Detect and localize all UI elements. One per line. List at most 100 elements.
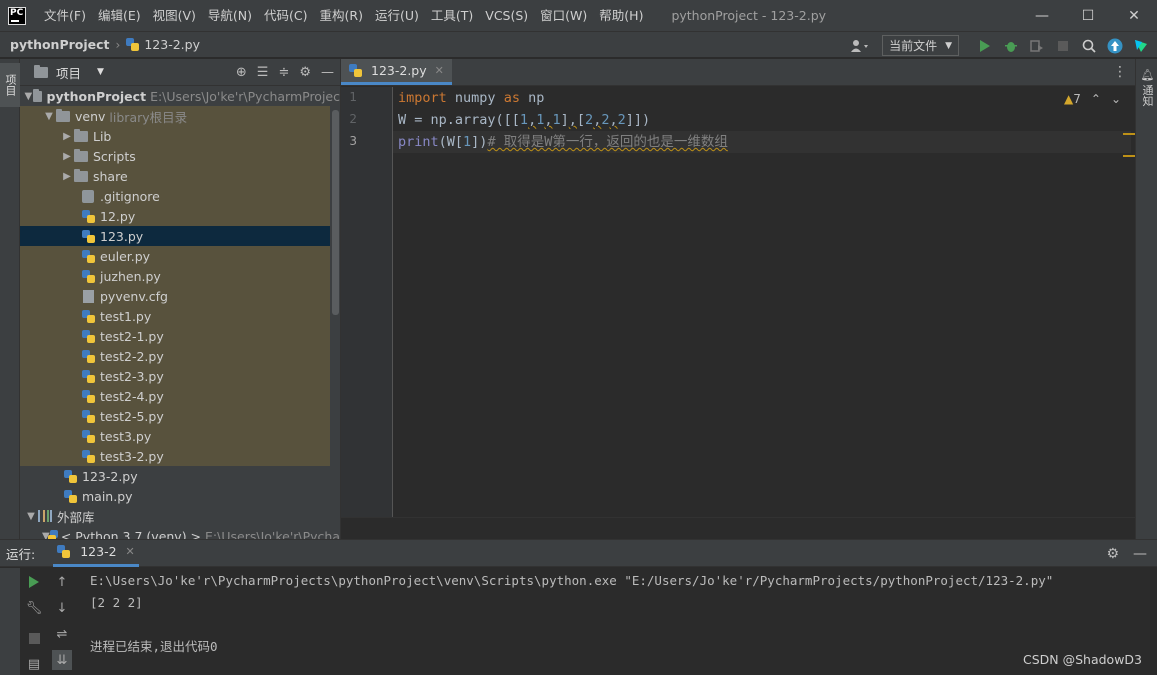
warning-icon: ▲7: [1064, 92, 1081, 106]
scroll-to-end-icon[interactable]: ⇊: [52, 650, 72, 670]
rerun-icon[interactable]: [24, 572, 44, 592]
warning-stripe-marker[interactable]: [1123, 155, 1135, 157]
run-tool-window: 运行: 123-2 ✕ ⚙ — ↑ 🔧︎ ↓ ⇌ ⇊ ▤ E:\Users\Jo…: [0, 539, 1157, 675]
gitignore-file-icon: [82, 189, 94, 203]
tree-item-file[interactable]: test1.py: [20, 306, 330, 326]
menu-edit[interactable]: 编辑(E): [92, 0, 147, 31]
breadcrumb-file[interactable]: 123-2.py: [126, 37, 200, 52]
hide-icon[interactable]: —: [1133, 546, 1147, 562]
user-account-icon[interactable]: [850, 36, 870, 56]
close-icon[interactable]: ✕: [126, 545, 135, 558]
run-tab-label: 123-2: [80, 544, 117, 559]
console-output[interactable]: E:\Users\Jo'ke'r\PycharmProjects\pythonP…: [90, 570, 1053, 658]
tree-item-file[interactable]: euler.py: [20, 246, 330, 266]
console-line: [2 2 2]: [90, 595, 143, 610]
debug-icon[interactable]: [1001, 36, 1021, 56]
minimize-button[interactable]: —: [1019, 0, 1065, 31]
tree-scrollbar[interactable]: [332, 110, 339, 315]
menu-tools[interactable]: 工具(T): [425, 0, 479, 31]
tree-item-file[interactable]: juzhen.py: [20, 266, 330, 286]
menu-file[interactable]: 文件(F): [38, 0, 92, 31]
expand-all-icon[interactable]: ☰: [257, 65, 269, 80]
update-icon[interactable]: [1105, 36, 1125, 56]
project-view-select[interactable]: 项目 ▼: [34, 63, 104, 82]
chevron-down-icon[interactable]: ⌄: [1111, 92, 1121, 106]
tree-item-file[interactable]: test3.py: [20, 426, 330, 446]
more-vertical-icon[interactable]: ⋮: [1113, 64, 1127, 80]
tree-item-path: E:\Users\Jo'ke'r\Pycha: [205, 528, 340, 540]
tree-item-file[interactable]: pyvenv.cfg: [20, 286, 330, 306]
project-tree: ▼ pythonProject E:\Users\Jo'ke'r\Pycharm…: [20, 86, 340, 539]
number-literal: 2: [585, 112, 594, 128]
tree-item-scripts[interactable]: ▶ Scripts: [20, 146, 330, 166]
menu-navigate[interactable]: 导航(N): [202, 0, 258, 31]
tree-item-file[interactable]: test2-2.py: [20, 346, 330, 366]
python-sdk-icon: [47, 529, 58, 539]
tree-item-file[interactable]: test3-2.py: [20, 446, 330, 466]
menu-run[interactable]: 运行(U): [369, 0, 425, 31]
code-text: ]]): [625, 112, 651, 128]
tree-item-external-libraries[interactable]: ▼ 外部库: [20, 506, 340, 526]
menu-view[interactable]: 视图(V): [147, 0, 202, 31]
chevron-up-icon[interactable]: ⌃: [1091, 92, 1101, 106]
folder-icon: [74, 128, 88, 142]
wrench-icon[interactable]: 🔧︎: [24, 598, 44, 618]
project-panel-title: 项目: [56, 65, 82, 81]
tree-item-file[interactable]: 12.py: [20, 206, 330, 226]
number-literal: 1: [463, 134, 472, 150]
close-icon[interactable]: ✕: [435, 64, 444, 77]
tree-item-file[interactable]: test2-1.py: [20, 326, 330, 346]
run-tab-123-2[interactable]: 123-2 ✕: [53, 540, 139, 567]
arrow-up-icon[interactable]: ↑: [52, 572, 72, 592]
menu-vcs[interactable]: VCS(S): [479, 0, 534, 31]
chevron-down-icon: ▼: [97, 67, 104, 77]
tree-item-file[interactable]: 123-2.py: [20, 466, 340, 486]
tree-item-label: pythonProject: [46, 88, 147, 104]
search-icon[interactable]: [1079, 36, 1099, 56]
inspection-widget[interactable]: ▲7 ⌃ ⌄: [1064, 92, 1121, 106]
python-file-icon: [64, 489, 77, 503]
maximize-button[interactable]: ☐: [1065, 0, 1111, 31]
tab-123-2-py[interactable]: 123-2.py ✕: [341, 59, 452, 85]
jetbrains-toolbox-icon[interactable]: [1131, 36, 1151, 56]
gear-icon[interactable]: ⚙: [299, 65, 311, 80]
layout-icon[interactable]: ▤: [24, 654, 44, 674]
tree-item-file[interactable]: main.py: [20, 486, 340, 506]
menu-help[interactable]: 帮助(H): [593, 0, 649, 31]
editor-tab-bar: 123-2.py ✕ ⋮: [341, 59, 1135, 86]
python-file-icon: [82, 369, 95, 383]
hide-icon[interactable]: —: [321, 65, 334, 80]
tree-item-file[interactable]: test2-3.py: [20, 366, 330, 386]
stop-icon[interactable]: [1053, 36, 1073, 56]
tree-item-file[interactable]: test2-5.py: [20, 406, 330, 426]
tree-item-share[interactable]: ▶ share: [20, 166, 330, 186]
run-configuration-select[interactable]: 当前文件 ▼: [882, 35, 959, 56]
tree-item-label: test2-5.py: [100, 408, 164, 424]
tree-item-file[interactable]: test2-4.py: [20, 386, 330, 406]
close-button[interactable]: ✕: [1111, 0, 1157, 31]
breadcrumb-project[interactable]: pythonProject: [10, 37, 110, 52]
stop-icon[interactable]: [24, 628, 44, 648]
locate-icon[interactable]: ⊕: [236, 65, 247, 80]
warning-stripe-marker[interactable]: [1123, 133, 1135, 135]
notifications-tool-window-tab[interactable]: 🔔︎ 通知: [1139, 67, 1155, 106]
project-tool-window-tab[interactable]: 项目: [0, 63, 20, 107]
soft-wrap-icon[interactable]: ⇌: [52, 624, 72, 644]
tree-item-venv[interactable]: ▼ venv library根目录: [20, 106, 330, 126]
tree-item-python-sdk[interactable]: ▼ < Python 3.7 (venv) > E:\Users\Jo'ke'r…: [20, 526, 340, 539]
collapse-all-icon[interactable]: ≑: [278, 65, 289, 80]
tree-item-pythonproject[interactable]: ▼ pythonProject E:\Users\Jo'ke'r\Pycharm…: [20, 86, 340, 106]
tree-item-gitignore[interactable]: .gitignore: [20, 186, 330, 206]
arrow-down-icon[interactable]: ↓: [52, 598, 72, 618]
menu-window[interactable]: 窗口(W): [534, 0, 593, 31]
menu-code[interactable]: 代码(C): [258, 0, 313, 31]
run-panel-header: 运行: 123-2 ✕ ⚙ —: [0, 540, 1157, 567]
gear-icon[interactable]: ⚙: [1106, 546, 1119, 562]
tree-item-file-selected[interactable]: 123.py: [20, 226, 330, 246]
menu-refactor[interactable]: 重构(R): [314, 0, 369, 31]
run-icon[interactable]: [975, 36, 995, 56]
tree-item-lib[interactable]: ▶ Lib: [20, 126, 330, 146]
run-left-strip: [0, 568, 20, 675]
tree-item-label: 外部库: [57, 509, 95, 525]
coverage-icon[interactable]: [1027, 36, 1047, 56]
